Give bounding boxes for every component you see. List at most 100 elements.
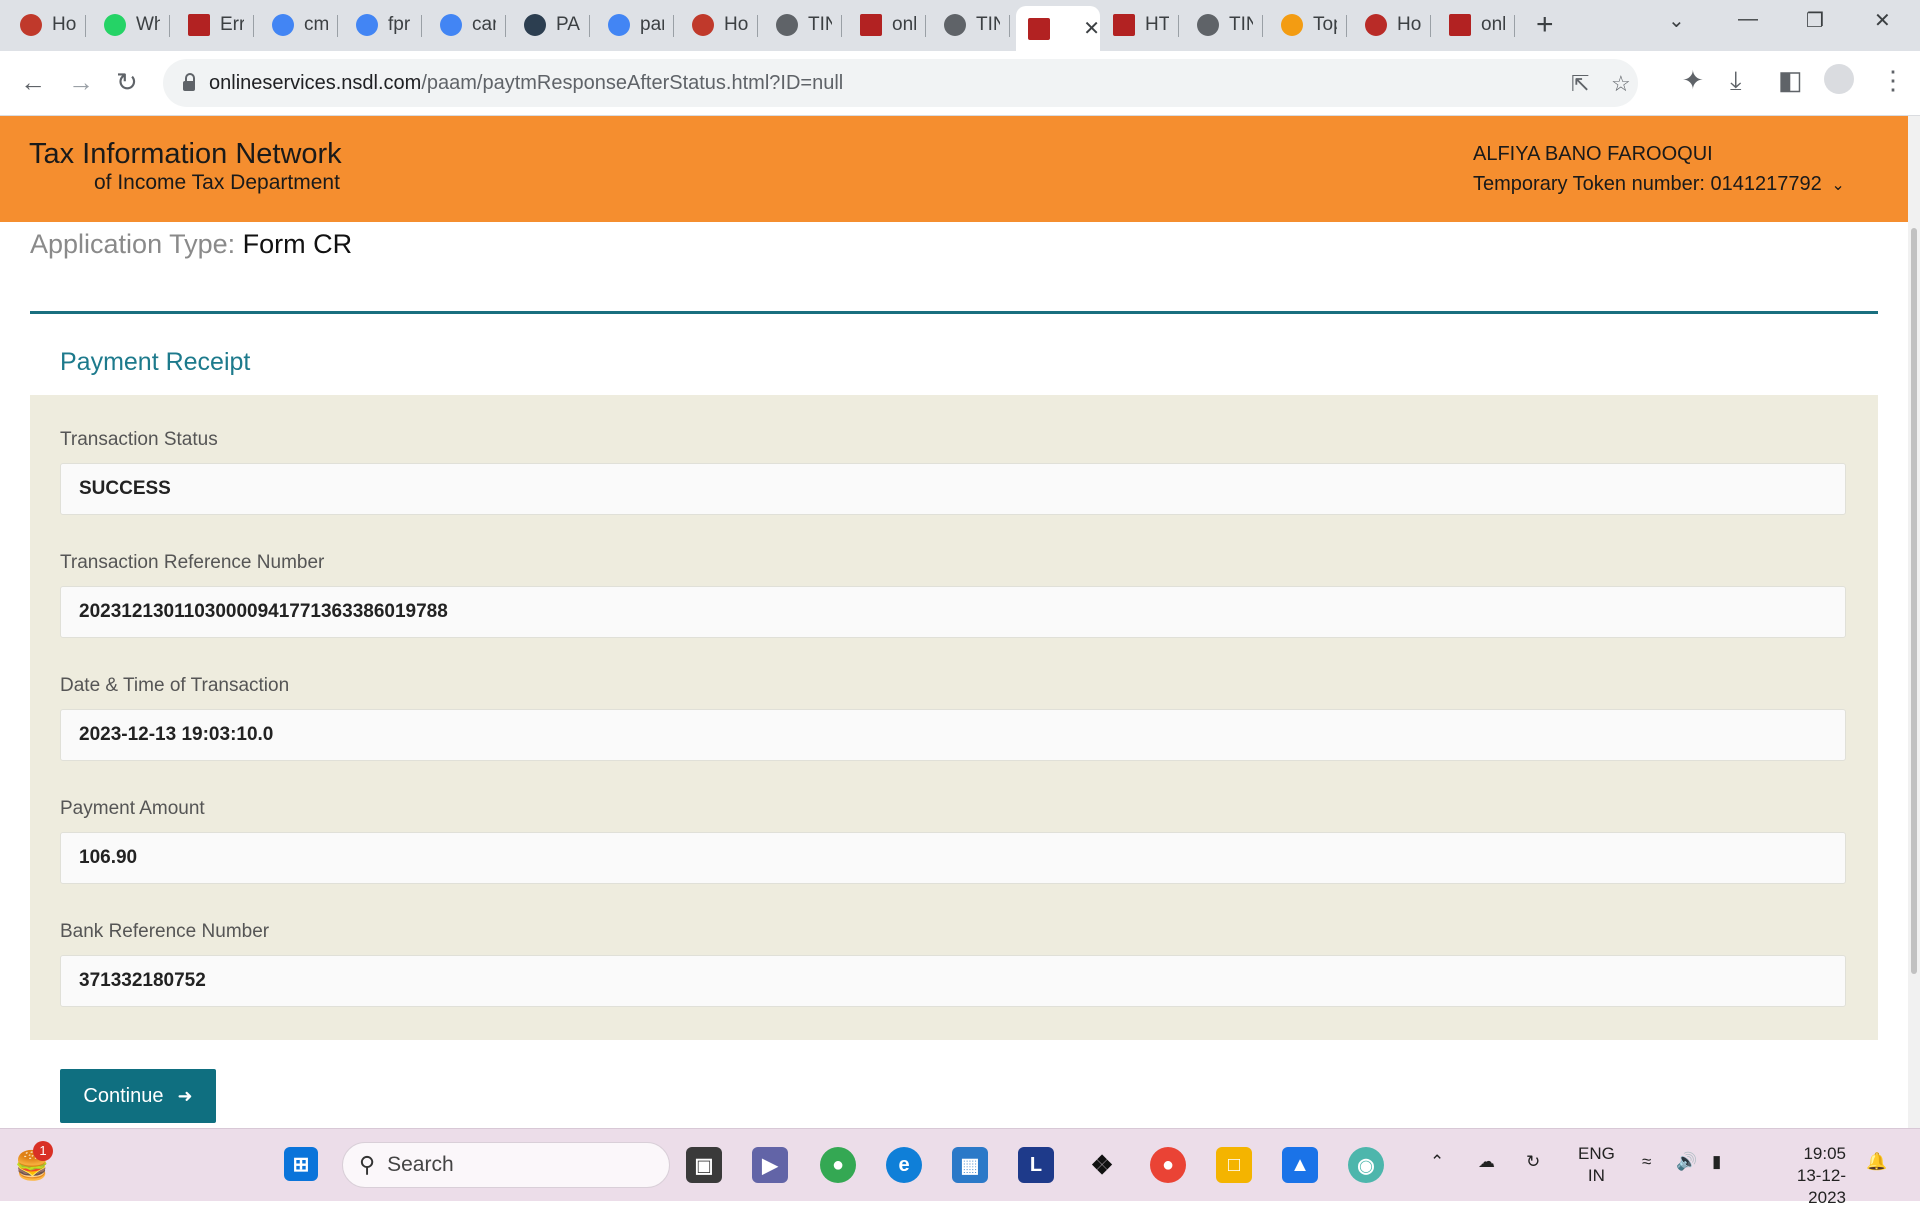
transaction-reference-label: Transaction Reference Number — [60, 552, 325, 573]
tab-title: HT — [1145, 14, 1169, 35]
battery-icon[interactable]: ▮ — [1712, 1151, 1721, 1173]
address-bar[interactable]: onlineservices.nsdl.com/paam/paytmRespon… — [163, 59, 1638, 107]
browser-tab[interactable]: Ho — [8, 6, 86, 44]
sync-icon[interactable]: ↻ — [1526, 1151, 1540, 1173]
browser-tab[interactable]: Top — [1269, 6, 1347, 44]
back-arrow-icon[interactable]: ← — [20, 67, 46, 98]
browser-tab[interactable]: car — [428, 6, 506, 44]
google-icon — [272, 14, 294, 36]
transaction-status-label: Transaction Status — [60, 429, 218, 450]
browser-tab[interactable]: PA — [512, 6, 590, 44]
browser-tab[interactable]: onl — [848, 6, 926, 44]
browser-tab[interactable]: TIN — [1185, 6, 1263, 44]
browser-tab[interactable]: onl — [1437, 6, 1515, 44]
download-icon[interactable]: ⤓ — [1730, 65, 1742, 97]
chevron-up-icon[interactable]: ⌃ — [1430, 1151, 1444, 1173]
l-app-icon[interactable]: L — [1018, 1147, 1054, 1183]
extensions-puzzle-icon[interactable]: ✦ — [1682, 65, 1704, 96]
browser-tab[interactable]: Wh — [92, 6, 170, 44]
notification-badge: 1 — [33, 1141, 53, 1161]
browser-tab[interactable]: cm — [260, 6, 338, 44]
url-text[interactable]: onlineservices.nsdl.com/paam/paytmRespon… — [209, 72, 843, 95]
tab-separator — [925, 15, 926, 37]
tab-search-chevron-icon[interactable]: ⌄ — [1668, 8, 1685, 33]
chrome-icon[interactable]: ● — [820, 1147, 856, 1183]
tab-title: Top — [1313, 14, 1337, 35]
token-dropdown[interactable]: Temporary Token number: 0141217792 ⌄ — [1473, 173, 1845, 196]
brand-subtitle: of Income Tax Department — [94, 171, 340, 194]
tab-separator — [841, 15, 842, 37]
minimize-button[interactable]: — — [1738, 8, 1758, 31]
browser-tab[interactable]: par — [596, 6, 674, 44]
clock[interactable]: 19:05 13-12-2023 — [1760, 1143, 1846, 1209]
close-tab-icon[interactable]: ✕ — [1083, 16, 1100, 41]
tab-title: PA — [556, 14, 580, 35]
paint-icon[interactable]: ◉ — [1348, 1147, 1384, 1183]
browser-tab-active[interactable]: ✕ — [1016, 6, 1100, 51]
browser-tab[interactable]: Err — [176, 6, 254, 44]
tab-separator — [1514, 15, 1515, 37]
photos-icon[interactable]: ▲ — [1282, 1147, 1318, 1183]
google-icon — [356, 14, 378, 36]
volume-icon[interactable]: 🔊 — [1676, 1151, 1697, 1173]
browser-tab[interactable]: TIN — [764, 6, 842, 44]
nsdl-logo-icon — [860, 14, 882, 36]
taskbar-search[interactable]: ⚲ Search — [342, 1142, 670, 1188]
lock-icon[interactable] — [183, 73, 195, 91]
tab-separator — [1009, 15, 1010, 37]
share-icon[interactable]: ⇱ — [1571, 71, 1589, 97]
tab-separator — [1178, 15, 1179, 37]
file-explorer-icon[interactable]: □ — [1216, 1147, 1252, 1183]
google-icon — [440, 14, 462, 36]
windows-start-icon[interactable]: ⊞ — [284, 1147, 318, 1181]
dropbox-icon[interactable]: ❖ — [1084, 1147, 1120, 1183]
chrome-profile-icon[interactable]: ● — [1150, 1147, 1186, 1183]
bank-reference-field: 371332180752 — [60, 955, 1846, 1007]
tab-title: TIN — [808, 14, 832, 35]
justdial-icon — [1281, 14, 1303, 36]
tab-title: TIN — [976, 14, 1000, 35]
nsdl-logo-icon — [1113, 14, 1135, 36]
browser-tab[interactable]: Ho — [680, 6, 758, 44]
tab-separator — [589, 15, 590, 37]
restore-button[interactable]: ❐ — [1806, 8, 1824, 33]
tab-title: par — [640, 14, 664, 35]
bookmark-star-icon[interactable]: ☆ — [1611, 71, 1631, 97]
application-type: Application Type: Form CR — [30, 229, 352, 260]
teams-icon[interactable]: ▶ — [752, 1147, 788, 1183]
tab-separator — [505, 15, 506, 37]
task-view-icon[interactable]: ▣ — [686, 1147, 722, 1183]
bank-reference-label: Bank Reference Number — [60, 921, 270, 942]
nsdl-logo-icon — [1449, 14, 1471, 36]
onedrive-icon[interactable]: ☁ — [1478, 1151, 1495, 1173]
new-tab-button[interactable]: + — [1536, 10, 1554, 40]
language-indicator[interactable]: ENG IN — [1578, 1143, 1615, 1187]
reload-icon[interactable]: ↻ — [116, 67, 138, 98]
nsdl-logo-icon — [1028, 17, 1050, 40]
browser-tab[interactable]: fpr — [344, 6, 422, 44]
page-scrollbar[interactable] — [1908, 116, 1920, 1128]
notification-bell-icon[interactable]: 🔔 — [1866, 1151, 1887, 1173]
tab-title: car — [472, 14, 496, 35]
token-number: Temporary Token number: 0141217792 — [1473, 173, 1822, 195]
tab-separator — [337, 15, 338, 37]
continue-label: Continue — [83, 1084, 164, 1107]
wifi-icon[interactable]: ≈ — [1642, 1151, 1651, 1173]
store-icon[interactable]: ▦ — [952, 1147, 988, 1183]
close-window-button[interactable]: ✕ — [1874, 8, 1891, 33]
browser-tab[interactable]: HT — [1101, 6, 1179, 44]
continue-button[interactable]: Continue ➜ — [60, 1069, 216, 1123]
side-panel-icon[interactable]: ◧ — [1778, 65, 1803, 96]
profile-avatar-icon[interactable] — [1824, 64, 1854, 94]
menu-kebab-icon[interactable]: ⋮ — [1880, 65, 1906, 96]
scrollbar-thumb[interactable] — [1911, 228, 1917, 974]
tab-title: Err — [220, 14, 244, 35]
edge-icon[interactable]: e — [886, 1147, 922, 1183]
cleartax-icon — [524, 14, 546, 36]
browser-tab[interactable]: Ho — [1353, 6, 1431, 44]
site-header: Tax Information Network of Income Tax De… — [0, 116, 1908, 222]
forward-arrow-icon[interactable]: → — [68, 67, 94, 98]
tab-title: onl — [892, 14, 916, 35]
browser-tab[interactable]: TIN — [932, 6, 1010, 44]
chevron-down-icon[interactable]: ⌄ — [1831, 177, 1844, 194]
